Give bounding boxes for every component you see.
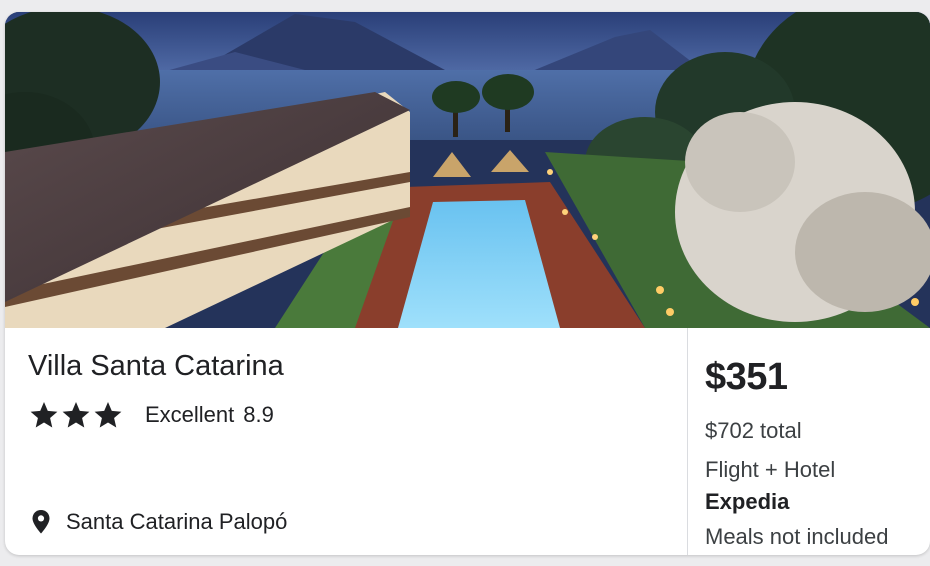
hotel-name[interactable]: Villa Santa Catarina [28,350,284,383]
rating-row: Excellent 8.9 [29,400,274,430]
booking-provider[interactable]: Expedia [705,489,789,515]
nightly-price: $351 [705,356,788,398]
rating-label: Excellent [145,402,235,427]
star-icon [93,401,123,429]
hotel-photo-image [5,12,930,328]
location-row: Santa Catarina Palopó [32,509,287,535]
hotel-photo[interactable] [5,12,930,328]
meals-note: Meals not included [705,524,889,549]
star-icon [29,401,59,429]
location-pin-icon [32,510,50,534]
hotel-result-card[interactable]: Villa Santa Catarina Excellent 8.9 Santa… [5,12,930,555]
rating-score: 8.9 [243,402,274,427]
location-text: Santa Catarina Palopó [66,509,288,534]
star-rating [29,401,123,429]
total-price: $702 total [705,418,802,443]
hotel-info-section: Villa Santa Catarina Excellent 8.9 Santa… [5,328,687,555]
package-type: Flight + Hotel [705,457,836,482]
pricing-section: $351 $702 total Flight + Hotel Expedia M… [688,328,930,555]
star-icon [61,401,91,429]
